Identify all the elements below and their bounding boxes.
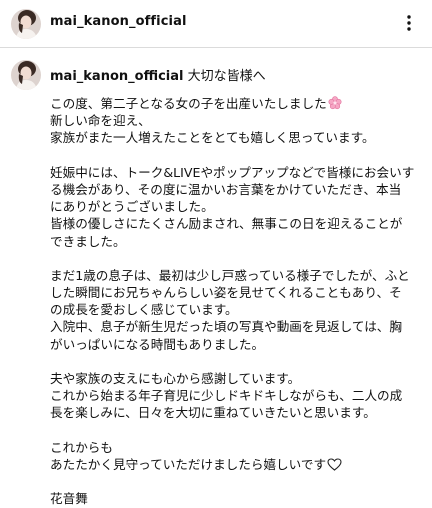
caption-line: した瞬間にお兄ちゃんらしい姿を見せてくれることもあり、そ xyxy=(50,285,402,301)
caption-line: にありがとうございました。 xyxy=(50,199,214,215)
post-header: mai_kanon_official xyxy=(0,0,432,48)
caption-avatar[interactable] xyxy=(11,60,41,90)
caption-line: 長を楽しみに、日々を大切に重ねていきたいと思います。 xyxy=(50,405,376,421)
caption-text: この度、第二子となる女の子を出産いたしました 新しい命を迎え、 家族がまた一人増… xyxy=(50,95,422,508)
caption-username[interactable]: mai_kanon_official xyxy=(50,69,183,84)
caption-line: る機会があり、その度に温かいお言葉をかけていただき、本当 xyxy=(50,181,402,197)
caption-line: まだ1歳の息子は、最初は少し戸惑っている様子でしたが、ふと xyxy=(50,267,410,283)
caption-header: mai_kanon_official 大切な皆様へ xyxy=(50,65,266,84)
caption-line: あたたかく見守っていただけましたら嬉しいです xyxy=(50,456,422,473)
caption-line: この度、第二子となる女の子を出産いたしました xyxy=(50,95,422,112)
caption-line: 家族がまた一人増えたことをとても嬉しく思っています。 xyxy=(50,130,375,146)
caption-line: 妊娠中には、トーク&LIVEやポップアップなどで皆様にお会いす xyxy=(50,164,415,180)
more-options-button[interactable] xyxy=(398,12,420,34)
white-heart-icon xyxy=(327,458,342,471)
caption-line: 皆様の優しさにたくさん励まされ、無事この日を迎えることが xyxy=(50,216,403,232)
caption-section: mai_kanon_official 大切な皆様へ この度、第二子となる女の子を… xyxy=(0,48,432,506)
caption-line: これからも xyxy=(50,439,113,455)
avatar[interactable] xyxy=(11,9,41,39)
caption-title: 大切な皆様へ xyxy=(187,69,266,84)
caption-signature: 花音舞 xyxy=(50,491,88,507)
caption-line: 入院中、息子が新生児だった頃の写真や動画を見返しては、胸 xyxy=(50,319,402,335)
cherry-blossom-icon xyxy=(328,96,342,110)
caption-line: の成長を愛おしく感じています。 xyxy=(50,302,238,318)
caption-line: これから始まる年子育児に少しドキドキしながらも、二人の成 xyxy=(50,388,403,404)
caption-line: できました。 xyxy=(50,233,126,249)
caption-line: がいっぱいになる時間もありました。 xyxy=(50,336,265,352)
caption-line: 夫や家族の支えにも心から感謝しています。 xyxy=(50,371,301,386)
caption-line: 新しい命を迎え、 xyxy=(50,113,151,129)
more-vertical-icon xyxy=(407,15,411,31)
header-username[interactable]: mai_kanon_official xyxy=(50,14,187,29)
